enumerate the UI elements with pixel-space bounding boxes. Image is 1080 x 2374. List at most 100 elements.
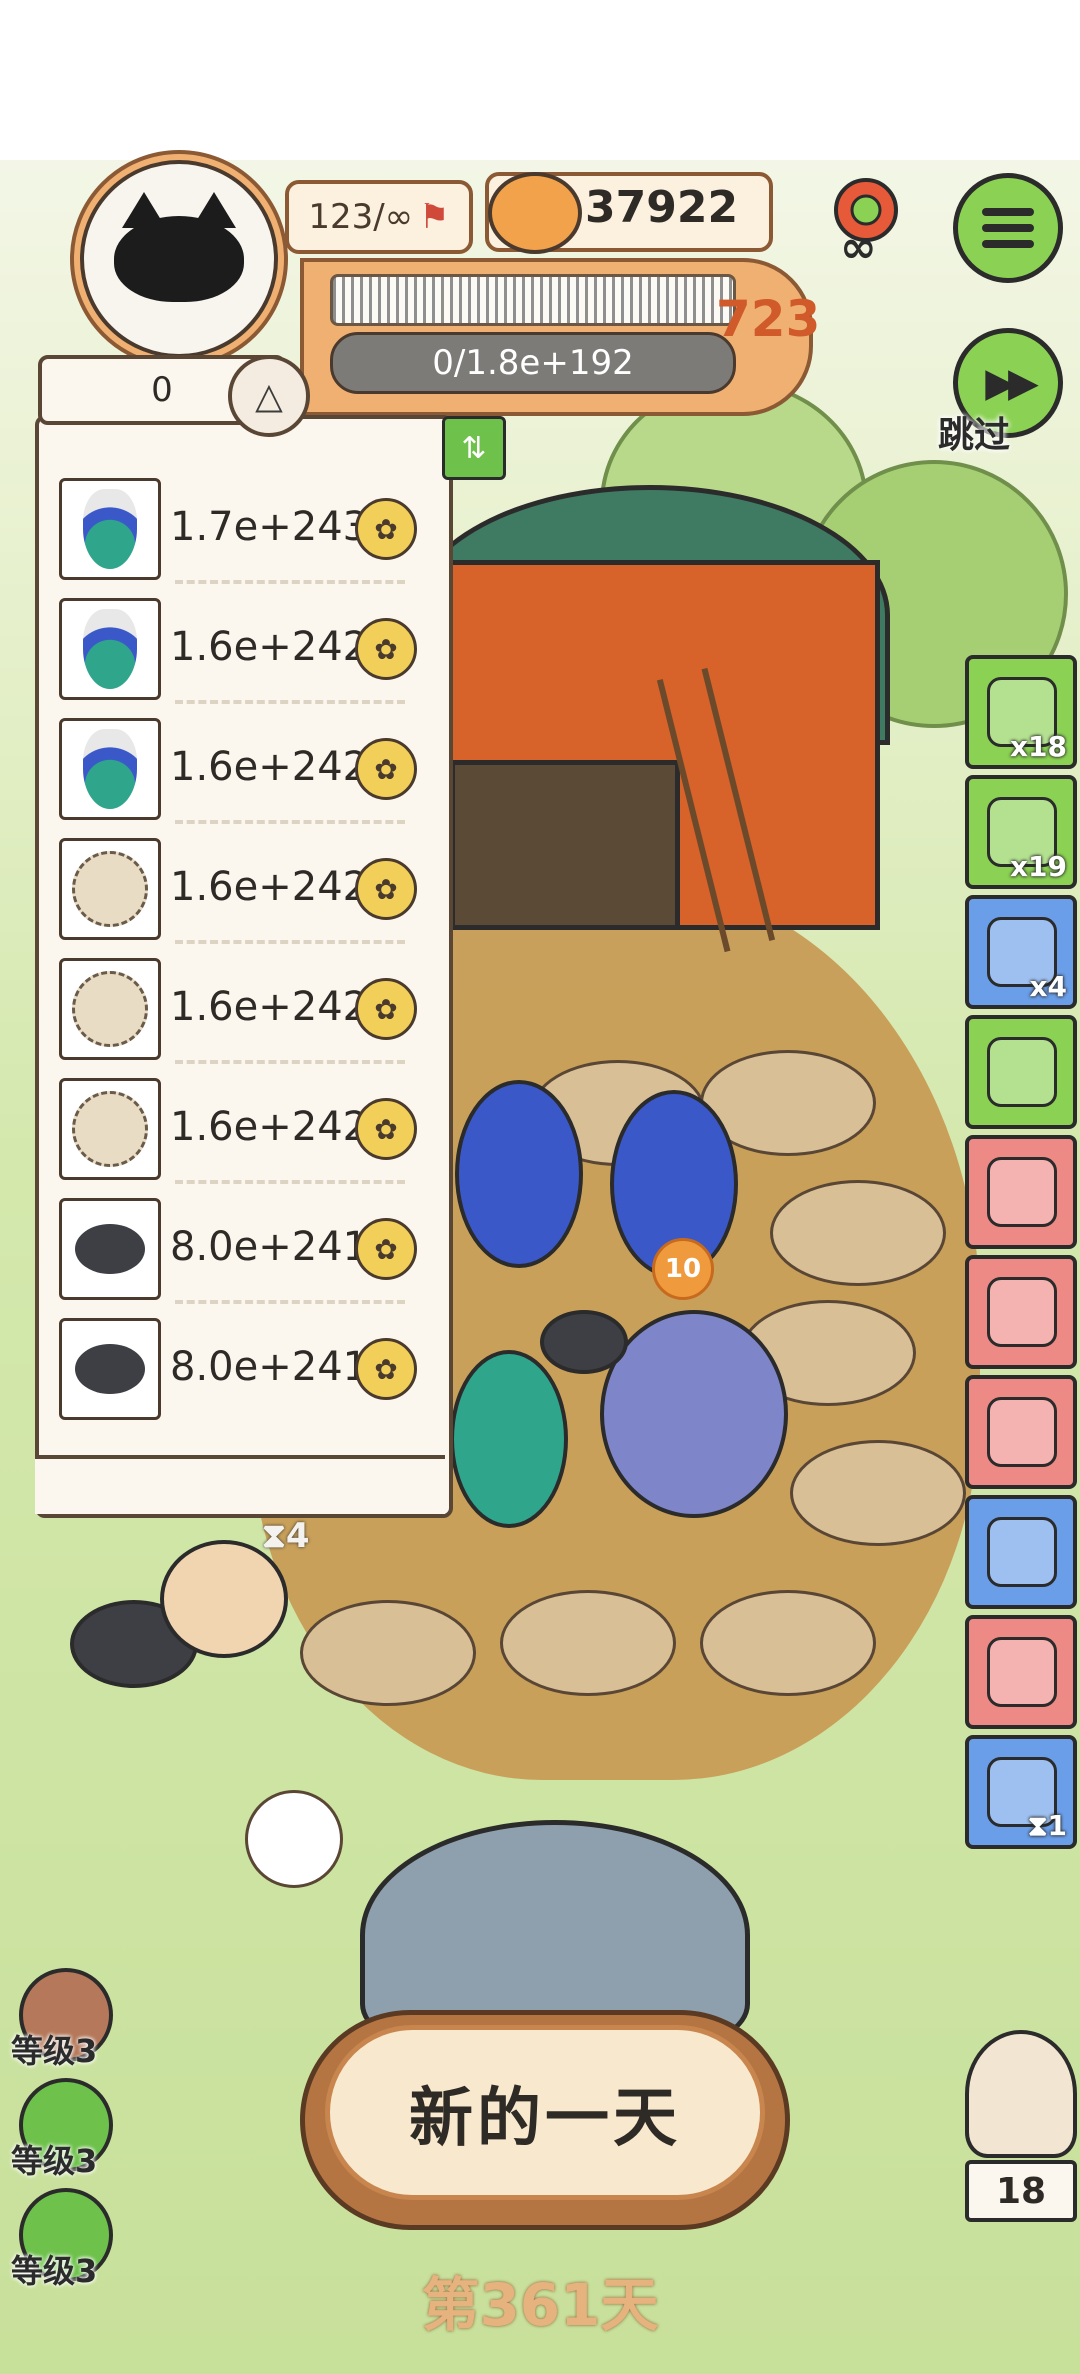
item-bread[interactable]: x4: [965, 895, 1077, 1009]
item-trophy[interactable]: [965, 1495, 1077, 1609]
item-shovel[interactable]: ⧗1: [965, 1735, 1077, 1849]
paw-icon: ✿: [355, 498, 417, 560]
menu-button[interactable]: [953, 173, 1063, 283]
xp-progress-bar: 0/1.8e+192: [330, 332, 736, 394]
item-count-value: 1: [1047, 1809, 1067, 1842]
list-item[interactable]: 1.6e+242 ✿: [55, 710, 425, 824]
production-value: 8.0e+241: [170, 1224, 369, 1270]
level-label: 等级3: [11, 2032, 98, 2070]
dragon-animal[interactable]: [600, 1310, 788, 1518]
level-label: 等级3: [11, 2142, 98, 2180]
item-ball[interactable]: [965, 1135, 1077, 1249]
field-plot[interactable]: [500, 1590, 676, 1696]
hamster-group[interactable]: [160, 1540, 288, 1658]
field-plot[interactable]: [790, 1440, 966, 1546]
list-item[interactable]: 1.7e+243 ✿: [55, 470, 425, 584]
item-count: x19: [1009, 850, 1067, 883]
peacock-thumbnail: [59, 598, 161, 700]
menu-icon-line: [982, 224, 1034, 232]
list-panel-footer[interactable]: [35, 1455, 445, 1514]
menu-icon-line: [982, 208, 1034, 216]
production-value: 1.6e+242: [170, 744, 369, 790]
feather-icon: [987, 1277, 1057, 1347]
level-badge: 10: [652, 1238, 714, 1300]
certificate-icon[interactable]: [245, 1790, 343, 1888]
list-item[interactable]: 8.0e+241 ✿: [55, 1190, 425, 1304]
list-item[interactable]: 1.6e+242 ✿: [55, 1070, 425, 1184]
peacock-animal[interactable]: [450, 1350, 568, 1528]
black-cat-icon: [114, 192, 244, 302]
item-worms[interactable]: x18: [965, 655, 1077, 769]
paw-icon: ✿: [355, 618, 417, 680]
owl-icon[interactable]: [965, 2030, 1077, 2158]
scarf-icon: [987, 1637, 1057, 1707]
level-label: 等级3: [11, 2252, 98, 2290]
peacock-icon: [83, 729, 137, 809]
level-slot-3[interactable]: 等级3: [11, 2188, 113, 2298]
field-plot[interactable]: [300, 1600, 476, 1706]
item-scarf[interactable]: [965, 1615, 1077, 1729]
paw-icon: ✿: [355, 1338, 417, 1400]
row-divider: [175, 1300, 405, 1304]
mole-thumbnail: [59, 1318, 161, 1420]
coin-count: 37922: [585, 182, 739, 233]
sort-button[interactable]: ⇅: [442, 416, 506, 480]
paw-icon: ✿: [355, 1218, 417, 1280]
collapse-button[interactable]: △: [228, 355, 310, 437]
item-count: x18: [1009, 730, 1067, 763]
production-value: 1.6e+242: [170, 864, 369, 910]
level-progress-pill[interactable]: 123/∞ ⚑: [285, 180, 473, 254]
mole-animal[interactable]: [540, 1310, 628, 1374]
item-feather[interactable]: [965, 1255, 1077, 1369]
list-item[interactable]: 1.6e+242 ✿: [55, 950, 425, 1064]
hedgehog-icon: [72, 1091, 148, 1167]
hedgehog-icon: [72, 971, 148, 1047]
new-day-button[interactable]: 新的一天: [325, 2025, 765, 2200]
row-divider: [175, 700, 405, 704]
hedgehog-thumbnail: [59, 1078, 161, 1180]
list-item[interactable]: 8.0e+241 ✿: [55, 1310, 425, 1422]
level-progress-text: 123/∞: [308, 197, 414, 237]
list-item[interactable]: 1.6e+242 ✿: [55, 590, 425, 704]
timer-value: 4: [285, 1516, 310, 1556]
list-item[interactable]: 1.6e+242 ✿: [55, 830, 425, 944]
field-plot[interactable]: [770, 1180, 946, 1286]
owl-count: 18: [965, 2160, 1077, 2222]
paw-icon: ✿: [355, 1098, 417, 1160]
mole-thumbnail: [59, 1198, 161, 1300]
peacock-icon: [83, 609, 137, 689]
item-card[interactable]: [965, 1015, 1077, 1129]
row-divider: [175, 940, 405, 944]
cat-food-can-icon: [488, 172, 582, 254]
flag-icon: ⚑: [419, 197, 450, 237]
hedgehog-thumbnail: [59, 958, 161, 1060]
production-value: 1.6e+242: [170, 984, 369, 1030]
level-slot-2[interactable]: 等级3: [11, 2078, 113, 2188]
paw-icon: ✿: [355, 858, 417, 920]
triangle-up-icon: △: [255, 375, 283, 417]
production-value: 1.7e+243: [170, 504, 369, 550]
mole-icon: [75, 1224, 145, 1274]
peacock-thumbnail: [59, 718, 161, 820]
item-count: x4: [1029, 970, 1067, 1003]
level-slot-1[interactable]: 等级3: [11, 1968, 113, 2078]
row-divider: [175, 820, 405, 824]
row-divider: [175, 1180, 405, 1184]
item-tent[interactable]: x19: [965, 775, 1077, 889]
day-counter: 第361天: [421, 2271, 659, 2339]
hedgehog-thumbnail: [59, 838, 161, 940]
hourglass-timer: ⧗4: [262, 1516, 310, 1556]
field-plot[interactable]: [700, 1590, 876, 1696]
infinity-label: ∞: [840, 222, 877, 273]
menu-icon-line: [982, 240, 1034, 248]
fast-forward-icon: ▶▶: [985, 360, 1038, 406]
mole-icon: [75, 1344, 145, 1394]
item-bracelet[interactable]: [965, 1375, 1077, 1489]
item-count: ⧗1: [1027, 1809, 1067, 1842]
peacock-animal[interactable]: [455, 1080, 583, 1268]
player-avatar[interactable]: [80, 160, 278, 358]
trophy-icon: [987, 1517, 1057, 1587]
barn-door: [450, 760, 680, 930]
production-value: 1.6e+242: [170, 1104, 369, 1150]
energy-track: [330, 274, 736, 326]
